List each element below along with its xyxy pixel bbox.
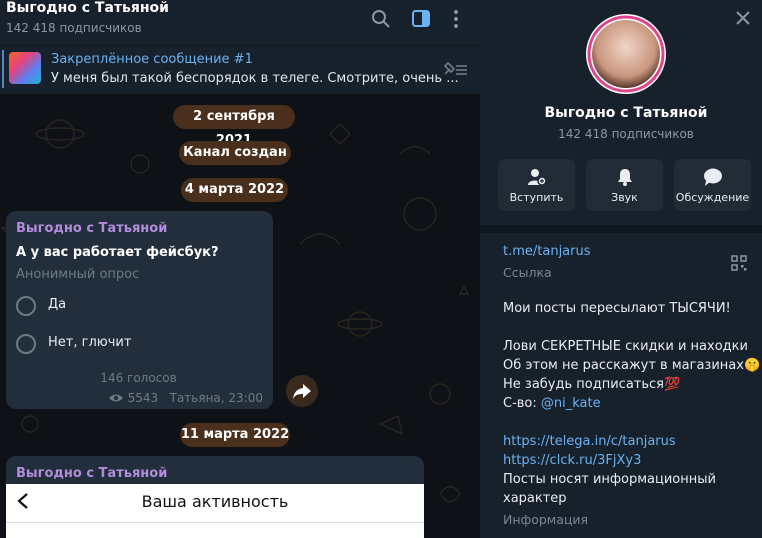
info-label: Информация (503, 512, 589, 527)
avatar-ring (587, 15, 665, 93)
sidebar-toggle-icon[interactable] (410, 8, 432, 30)
pinned-text: У меня был такой беспорядок в телеге. См… (51, 71, 459, 86)
description-line: Лови СЕКРЕТНЫЕ скидки и находки (503, 339, 748, 354)
credit-prefix: С-во: (503, 396, 541, 411)
description-link[interactable]: https://clck.ru/3FjXy3 (503, 453, 641, 468)
join-label: Вступить (509, 191, 564, 204)
description-line: Об этом не расскажут в магазинах🤫 (503, 358, 761, 373)
chat-header[interactable]: Выгодно с Татьяной 142 418 подписчиков (0, 0, 480, 45)
message-signature: Татьяна, 23:00 (169, 391, 263, 405)
date-separator: 2 сентября 2021 (173, 105, 295, 148)
date-separator: 11 марта 2022 (180, 423, 290, 447)
image-screen-title: Ваша активность (141, 492, 289, 511)
forward-arrow-icon (293, 384, 311, 399)
description-line: характер (503, 491, 567, 506)
channel-link[interactable]: t.me/tanjarus (503, 244, 591, 259)
pinned-title: Закреплённое сообщение #1 (51, 52, 253, 67)
qr-code-icon[interactable] (731, 255, 747, 271)
image-divider (6, 522, 424, 523)
chat-bubble-icon (704, 168, 722, 186)
more-menu-icon[interactable] (445, 8, 467, 30)
radio-icon[interactable] (16, 334, 36, 354)
pinned-indicator (2, 50, 4, 88)
search-icon[interactable] (370, 8, 392, 30)
channel-avatar[interactable] (586, 14, 666, 94)
message-author[interactable]: Выгодно с Татьяной (16, 466, 167, 481)
sound-label: Звук (611, 191, 638, 204)
sound-button[interactable]: Звук (586, 159, 663, 211)
subscriber-count: 142 418 подписчиков (6, 21, 142, 35)
message-meta: 5543 Татьяна, 23:00 (108, 391, 263, 405)
description-line: Посты носят информационный (503, 472, 716, 487)
description-line: Мои посты пересылают ТЫСЯЧИ! (503, 301, 731, 316)
poll-type: Анонимный опрос (16, 267, 140, 282)
message-list[interactable]: 2 сентября 2021 Канал создан 4 марта 202… (0, 94, 480, 538)
message-author[interactable]: Выгодно с Татьяной (16, 221, 167, 236)
post-image[interactable]: Ваша активность (6, 484, 424, 538)
pinned-list-icon[interactable] (441, 60, 469, 80)
date-separator: 4 марта 2022 (181, 178, 288, 202)
channel-info-panel: Выгодно с Татьяной 142 418 подписчиков В… (480, 0, 762, 538)
poll-option-label: Нет, глючит (48, 335, 132, 350)
radio-icon[interactable] (16, 296, 36, 316)
mention-link[interactable]: @ni_kate (541, 396, 601, 411)
poll-option[interactable]: Да (16, 296, 266, 316)
chat-panel: Выгодно с Татьяной 142 418 подписчиков З… (0, 0, 480, 538)
description-line: Не забудь подписаться💯 (503, 377, 681, 392)
bell-icon (618, 169, 632, 186)
share-button[interactable] (286, 375, 318, 407)
link-label: Ссылка (503, 265, 552, 280)
discussion-label: Обсуждение (675, 191, 750, 204)
add-user-icon (528, 169, 547, 186)
views-eye-icon (108, 394, 123, 402)
profile-title: Выгодно с Татьяной (544, 105, 708, 121)
join-button[interactable]: Вступить (498, 159, 575, 211)
pinned-thumbnail (9, 52, 41, 84)
description-line: С-во: @ni_kate (503, 396, 601, 411)
close-icon[interactable] (734, 9, 752, 27)
view-count: 5543 (127, 391, 159, 405)
profile-subscribers: 142 418 подписчиков (558, 127, 694, 141)
poll-option[interactable]: Нет, глючит (16, 334, 266, 354)
discussion-button[interactable]: Обсуждение (674, 159, 751, 211)
section-divider (480, 225, 762, 233)
poll-message[interactable]: Выгодно с Татьяной А у вас работает фейс… (6, 211, 273, 409)
description-link[interactable]: https://telega.in/c/tanjarus (503, 434, 676, 449)
poll-option-label: Да (48, 297, 67, 312)
pinned-message-bar[interactable]: Закреплённое сообщение #1 У меня был так… (0, 45, 480, 94)
poll-question: А у вас работает фейсбук? (16, 245, 219, 260)
channel-title[interactable]: Выгодно с Татьяной (6, 0, 169, 16)
service-message: Канал создан (179, 141, 291, 165)
poll-vote-count: 146 голосов (100, 371, 177, 385)
